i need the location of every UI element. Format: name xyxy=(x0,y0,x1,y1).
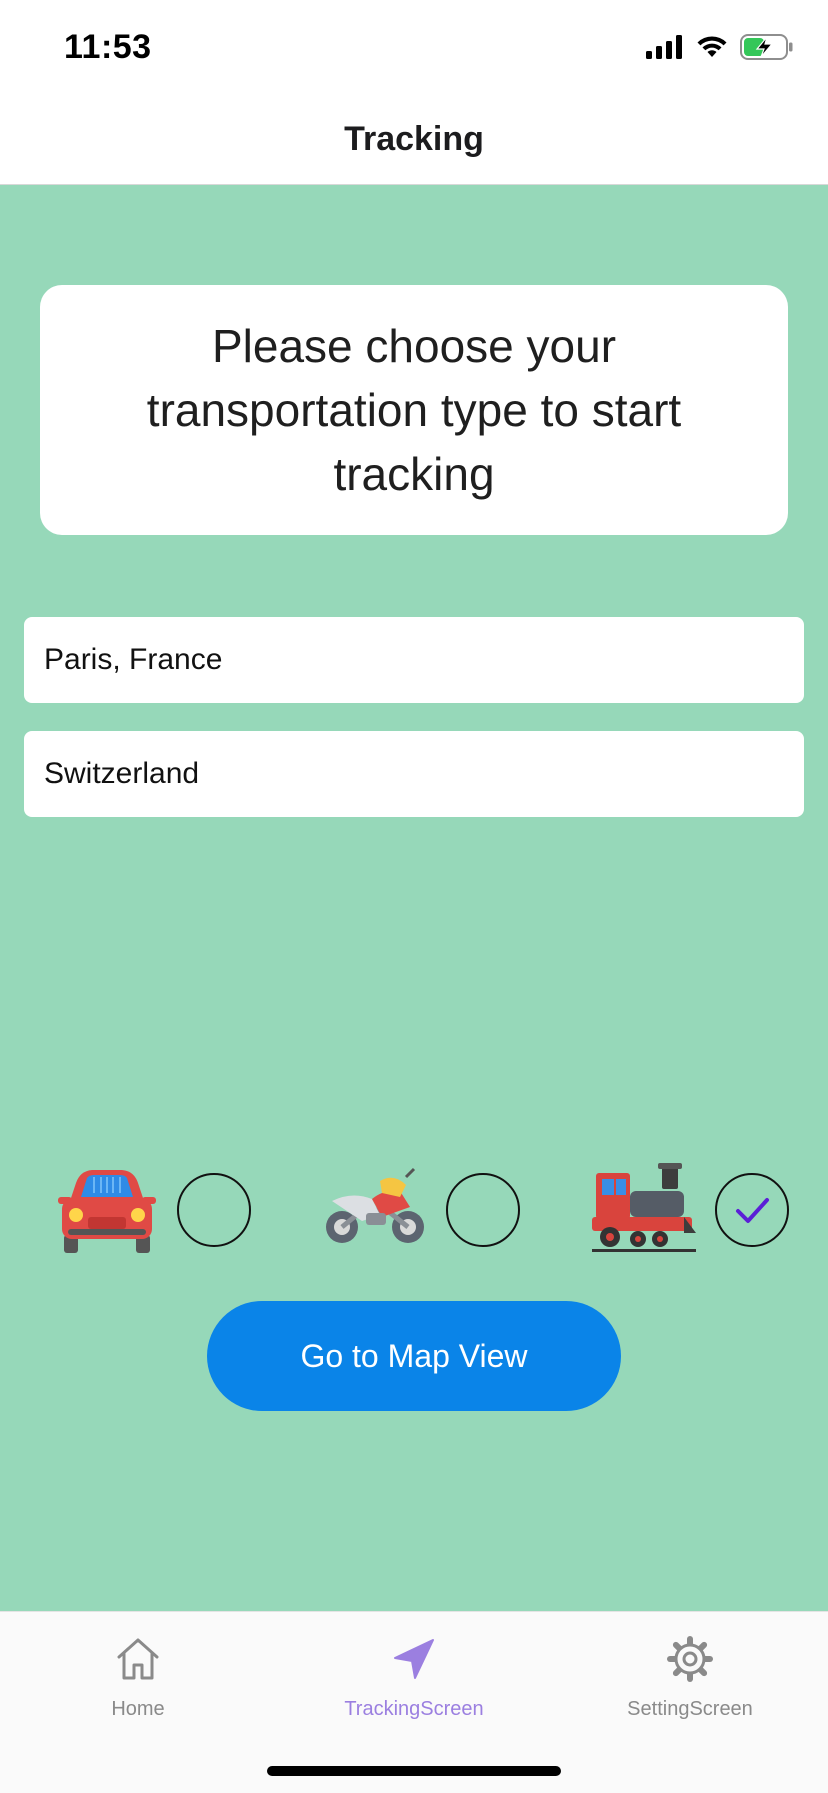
tab-home-label: Home xyxy=(111,1698,165,1720)
navigation-arrow-icon xyxy=(394,1639,434,1679)
tab-tracking-label: TrackingScreen xyxy=(344,1698,484,1720)
status-icons xyxy=(646,34,794,60)
wifi-icon xyxy=(697,36,727,57)
home-icon xyxy=(117,1638,159,1680)
cellular-signal-icon xyxy=(646,35,682,59)
page-title: Tracking xyxy=(344,120,484,158)
status-bar: 11:53 xyxy=(0,0,828,100)
tab-settings[interactable]: SettingScreen xyxy=(552,1634,828,1744)
destination-input[interactable] xyxy=(24,731,804,817)
gear-icon xyxy=(667,1636,713,1682)
car-radio[interactable] xyxy=(177,1173,251,1247)
origin-input[interactable] xyxy=(24,617,804,703)
transport-options xyxy=(0,1153,828,1273)
tab-home[interactable]: Home xyxy=(0,1634,276,1744)
battery-charging-icon xyxy=(740,34,793,60)
motorcycle-radio[interactable] xyxy=(446,1173,520,1247)
car-icon[interactable] xyxy=(54,1163,160,1259)
train-radio[interactable] xyxy=(715,1173,789,1247)
home-indicator xyxy=(267,1766,561,1776)
prompt-card: Please choose your transportation type t… xyxy=(40,285,788,535)
prompt-text: Please choose your transportation type t… xyxy=(146,320,682,500)
status-time: 11:53 xyxy=(64,28,152,66)
go-to-map-view-button[interactable]: Go to Map View xyxy=(207,1301,621,1411)
tab-settings-label: SettingScreen xyxy=(627,1698,753,1720)
motorcycle-icon[interactable] xyxy=(322,1163,428,1259)
train-icon[interactable] xyxy=(592,1163,698,1259)
tab-tracking[interactable]: TrackingScreen xyxy=(276,1634,552,1744)
navigation-header: Tracking xyxy=(0,100,828,185)
checkmark-icon xyxy=(736,1198,769,1223)
tracking-content: Please choose your transportation type t… xyxy=(0,185,828,1611)
